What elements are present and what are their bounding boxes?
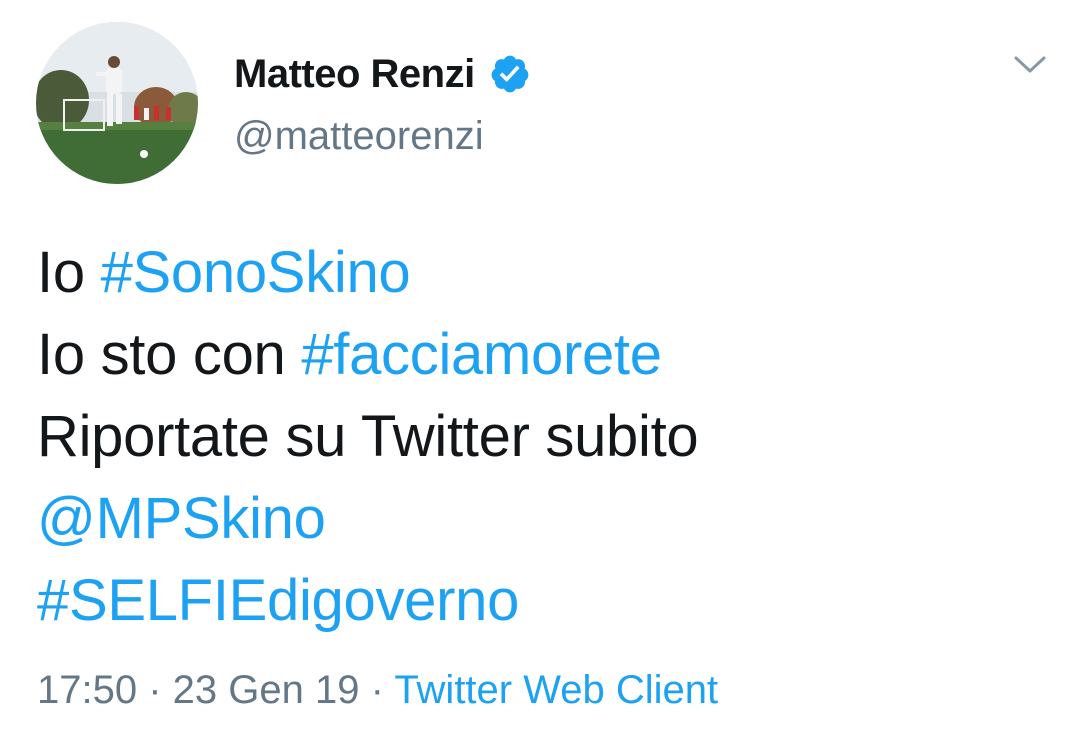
avatar-photo <box>36 22 198 184</box>
tweet-line: Io sto con #facciamorete <box>37 314 698 396</box>
verified-badge-icon <box>491 55 529 93</box>
tweet-line: Io #SonoSkino <box>37 232 698 314</box>
meta-separator: · <box>359 668 395 712</box>
meta-separator: · <box>137 668 173 712</box>
hashtag-link[interactable]: #SELFIEdigoverno <box>37 560 698 642</box>
hashtag-link[interactable]: #facciamorete <box>301 322 662 387</box>
tweet-line: Riportate su Twitter subito <box>37 404 699 469</box>
timestamp-time[interactable]: 17:50 <box>37 668 137 712</box>
hashtag-link[interactable]: #SonoSkino <box>101 240 411 305</box>
chevron-down-icon <box>1014 56 1046 73</box>
more-options-button[interactable] <box>1010 50 1050 80</box>
text-segment: Io sto con <box>37 322 302 387</box>
tweet: Matteo Renzi @matteorenzi Io #SonoSkino … <box>0 0 1080 753</box>
mention-link[interactable]: @MPSkino <box>37 478 698 560</box>
avatar[interactable] <box>36 22 198 184</box>
timestamp-date[interactable]: 23 Gen 19 <box>173 668 360 712</box>
handle[interactable]: @matteorenzi <box>234 112 484 160</box>
tweet-text: Io #SonoSkino Io sto con #facciamorete R… <box>37 232 699 642</box>
source-link[interactable]: Twitter Web Client <box>394 668 718 712</box>
text-segment: Io <box>37 240 101 305</box>
author-row[interactable]: Matteo Renzi <box>234 50 531 98</box>
display-name[interactable]: Matteo Renzi <box>234 50 475 98</box>
tweet-meta: 17:50 · 23 Gen 19 · Twitter Web Client <box>37 664 718 716</box>
